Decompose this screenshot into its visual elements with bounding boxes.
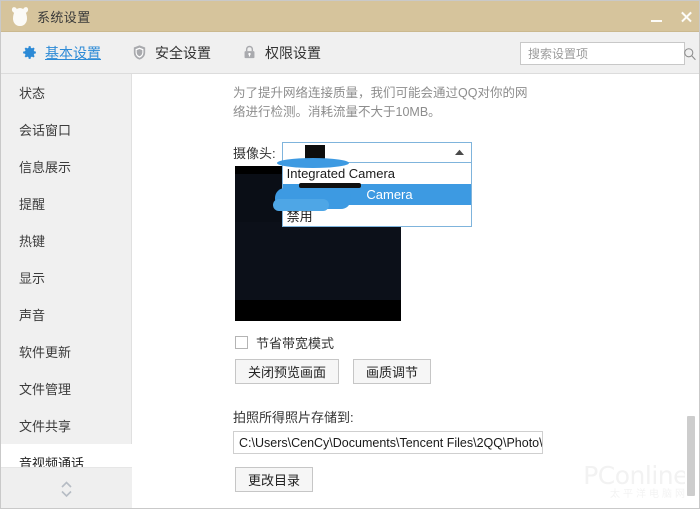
sidebar-item-label: 文件共享 bbox=[19, 416, 71, 435]
watermark: PConline 太平洋电脑网 bbox=[583, 463, 688, 501]
tab-label: 权限设置 bbox=[265, 43, 321, 63]
sidebar-item-sound[interactable]: 声音 bbox=[1, 296, 131, 333]
sidebar-item-file-management[interactable]: 文件管理 bbox=[1, 370, 131, 407]
bandwidth-saving-checkbox[interactable] bbox=[235, 336, 248, 349]
preview-frame-band bbox=[235, 222, 401, 300]
quality-adjust-button[interactable]: 画质调节 bbox=[353, 359, 431, 384]
content-scrollbar[interactable] bbox=[685, 75, 697, 508]
sidebar-item-label: 声音 bbox=[19, 305, 45, 324]
sidebar-item-label: 文件管理 bbox=[19, 379, 71, 398]
camera-select-wrapper: Camera Integrated Camera Cam bbox=[282, 142, 472, 163]
camera-option-label: Camera bbox=[366, 187, 412, 202]
watermark-sub: 太平洋电脑网 bbox=[583, 489, 688, 501]
sidebar-item-label: 信息展示 bbox=[19, 157, 71, 176]
sidebar-item-label: 会话窗口 bbox=[19, 120, 71, 139]
system-settings-window: 系统设置 基本设置 安全设置 bbox=[0, 0, 700, 509]
photo-path-value: C:\Users\CenCy\Documents\Tencent Files\2 bbox=[234, 436, 484, 450]
window-title: 系统设置 bbox=[37, 7, 91, 26]
close-preview-button[interactable]: 关闭预览画面 bbox=[235, 359, 339, 384]
sidebar-item-status[interactable]: 状态 bbox=[1, 74, 131, 111]
sidebar: 状态 会话窗口 信息展示 提醒 热键 显示 声音 软件更新 文件管理 文件共享 bbox=[1, 74, 132, 509]
sidebar-item-label: 状态 bbox=[19, 83, 45, 102]
scrollbar-thumb[interactable] bbox=[687, 416, 695, 496]
redaction-smear bbox=[273, 199, 329, 211]
lock-icon bbox=[241, 44, 258, 61]
penguin-icon bbox=[12, 7, 28, 26]
sidebar-item-display[interactable]: 显示 bbox=[1, 259, 131, 296]
photo-path-tail: QQ\Photo\ bbox=[484, 436, 543, 450]
settings-content-panel: 为了提升网络连接质量，我们可能会通过QQ对你的网络进行检测。消耗流量不大于10M… bbox=[133, 74, 700, 509]
tab-basic-settings[interactable]: 基本设置 bbox=[21, 32, 101, 74]
window-controls bbox=[641, 1, 700, 32]
camera-label: 摄像头: bbox=[233, 143, 276, 162]
photo-path-field[interactable]: C:\Users\CenCy\Documents\Tencent Files\2… bbox=[233, 431, 543, 454]
camera-option-label: Integrated Camera bbox=[287, 166, 395, 181]
search-box[interactable] bbox=[520, 42, 685, 65]
tab-bar: 基本设置 安全设置 权限设置 bbox=[1, 32, 700, 74]
minimize-button[interactable] bbox=[641, 1, 671, 32]
sidebar-item-chat-window[interactable]: 会话窗口 bbox=[1, 111, 131, 148]
search-input[interactable] bbox=[521, 43, 683, 64]
network-test-description: 为了提升网络连接质量，我们可能会通过QQ对你的网络进行检测。消耗流量不大于10M… bbox=[233, 84, 533, 122]
tab-label: 安全设置 bbox=[155, 43, 211, 63]
minimize-icon bbox=[651, 20, 662, 22]
gear-icon bbox=[21, 44, 38, 61]
title-bar: 系统设置 bbox=[1, 1, 700, 32]
camera-select-dropdown: Integrated Camera Camera 禁用 bbox=[282, 163, 472, 227]
sidebar-item-reminder[interactable]: 提醒 bbox=[1, 185, 131, 222]
camera-row: 摄像头: Camera Integrated Camera bbox=[233, 142, 472, 163]
sidebar-item-software-update[interactable]: 软件更新 bbox=[1, 333, 131, 370]
photo-store-label: 拍照所得照片存储到: bbox=[233, 407, 354, 426]
tab-security-settings[interactable]: 安全设置 bbox=[131, 32, 211, 74]
redaction-smear bbox=[277, 158, 349, 168]
sidebar-item-hotkeys[interactable]: 热键 bbox=[1, 222, 131, 259]
sidebar-item-label: 软件更新 bbox=[19, 342, 71, 361]
close-button[interactable] bbox=[671, 1, 700, 32]
preview-button-row: 关闭预览画面 画质调节 bbox=[235, 359, 431, 384]
up-down-chevron-icon[interactable] bbox=[59, 479, 74, 499]
sidebar-scroll-control[interactable] bbox=[1, 467, 132, 509]
sidebar-item-label: 热键 bbox=[19, 231, 45, 250]
tab-permission-settings[interactable]: 权限设置 bbox=[241, 32, 321, 74]
search-icon[interactable] bbox=[683, 43, 697, 64]
sidebar-item-info-display[interactable]: 信息展示 bbox=[1, 148, 131, 185]
bandwidth-saving-label: 节省带宽模式 bbox=[256, 333, 334, 352]
bandwidth-saving-row[interactable]: 节省带宽模式 bbox=[235, 333, 334, 352]
tab-label: 基本设置 bbox=[45, 43, 101, 63]
close-icon bbox=[680, 10, 693, 23]
sidebar-item-file-sharing[interactable]: 文件共享 bbox=[1, 407, 131, 444]
change-directory-button[interactable]: 更改目录 bbox=[235, 467, 313, 492]
sidebar-item-label: 显示 bbox=[19, 268, 45, 287]
sidebar-item-label: 提醒 bbox=[19, 194, 45, 213]
shield-icon bbox=[131, 44, 148, 61]
watermark-main: PConline bbox=[583, 463, 688, 489]
chevron-up-icon[interactable] bbox=[449, 143, 471, 162]
